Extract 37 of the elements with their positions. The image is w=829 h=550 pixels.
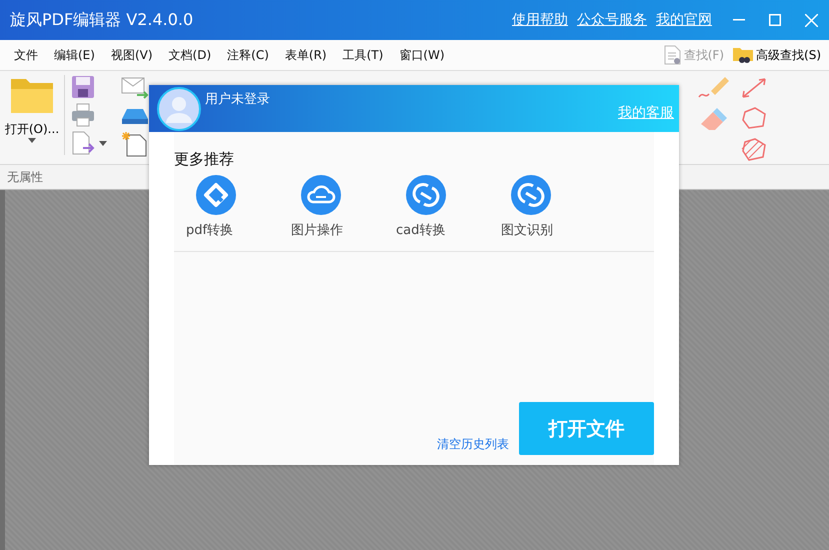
tool-item[interactable]: cad转换 — [396, 175, 501, 239]
user-status: 用户未登录 — [205, 91, 270, 108]
clear-history-link[interactable]: 清空历史列表 — [437, 436, 509, 453]
tool-icon — [301, 175, 341, 215]
minimize-icon[interactable] — [733, 19, 745, 21]
export-icon[interactable] — [71, 131, 97, 155]
caret-icon[interactable] — [28, 138, 36, 143]
close-icon[interactable] — [804, 14, 818, 26]
tool-item[interactable]: 图片操作 — [291, 175, 396, 239]
find-button[interactable]: 高级查找(S) — [732, 45, 821, 65]
tool-item[interactable]: pdf转换 — [186, 175, 291, 239]
folder-search-icon — [732, 45, 754, 65]
menu-item[interactable]: 注释(C) — [219, 46, 277, 64]
menu-item[interactable]: 文件 — [6, 46, 46, 64]
menu-item[interactable]: 窗口(W) — [391, 46, 453, 64]
caret-icon[interactable] — [99, 140, 107, 146]
open-button[interactable]: 打开(O)... — [6, 75, 58, 164]
window-title: 旋风PDF编辑器 V2.4.0.0 — [10, 10, 194, 30]
header-link[interactable]: 使用帮助 — [512, 11, 568, 29]
save-icon[interactable] — [71, 75, 95, 99]
new-document-icon[interactable] — [121, 131, 149, 157]
menu-item[interactable]: 工具(T) — [334, 46, 392, 64]
menu-item[interactable]: 文档(D) — [160, 46, 220, 64]
menu-item[interactable]: 表单(R) — [276, 46, 335, 64]
menu-item[interactable]: 编辑(E) — [46, 46, 103, 64]
mail-icon[interactable] — [121, 75, 149, 99]
avatar-icon[interactable] — [157, 87, 201, 131]
menu-item[interactable]: 视图(V) — [102, 46, 161, 64]
property-label: 无属性 — [7, 168, 43, 186]
tool-icon — [511, 175, 551, 215]
tool-icon — [406, 175, 446, 215]
maximize-icon[interactable] — [769, 14, 781, 26]
header-link[interactable]: 公众号服务 — [577, 11, 647, 29]
section-title: 更多推荐 — [174, 150, 235, 169]
tool-icon — [196, 175, 236, 215]
tool-item[interactable]: 图文识别 — [501, 175, 606, 239]
document-search-icon — [664, 45, 682, 65]
